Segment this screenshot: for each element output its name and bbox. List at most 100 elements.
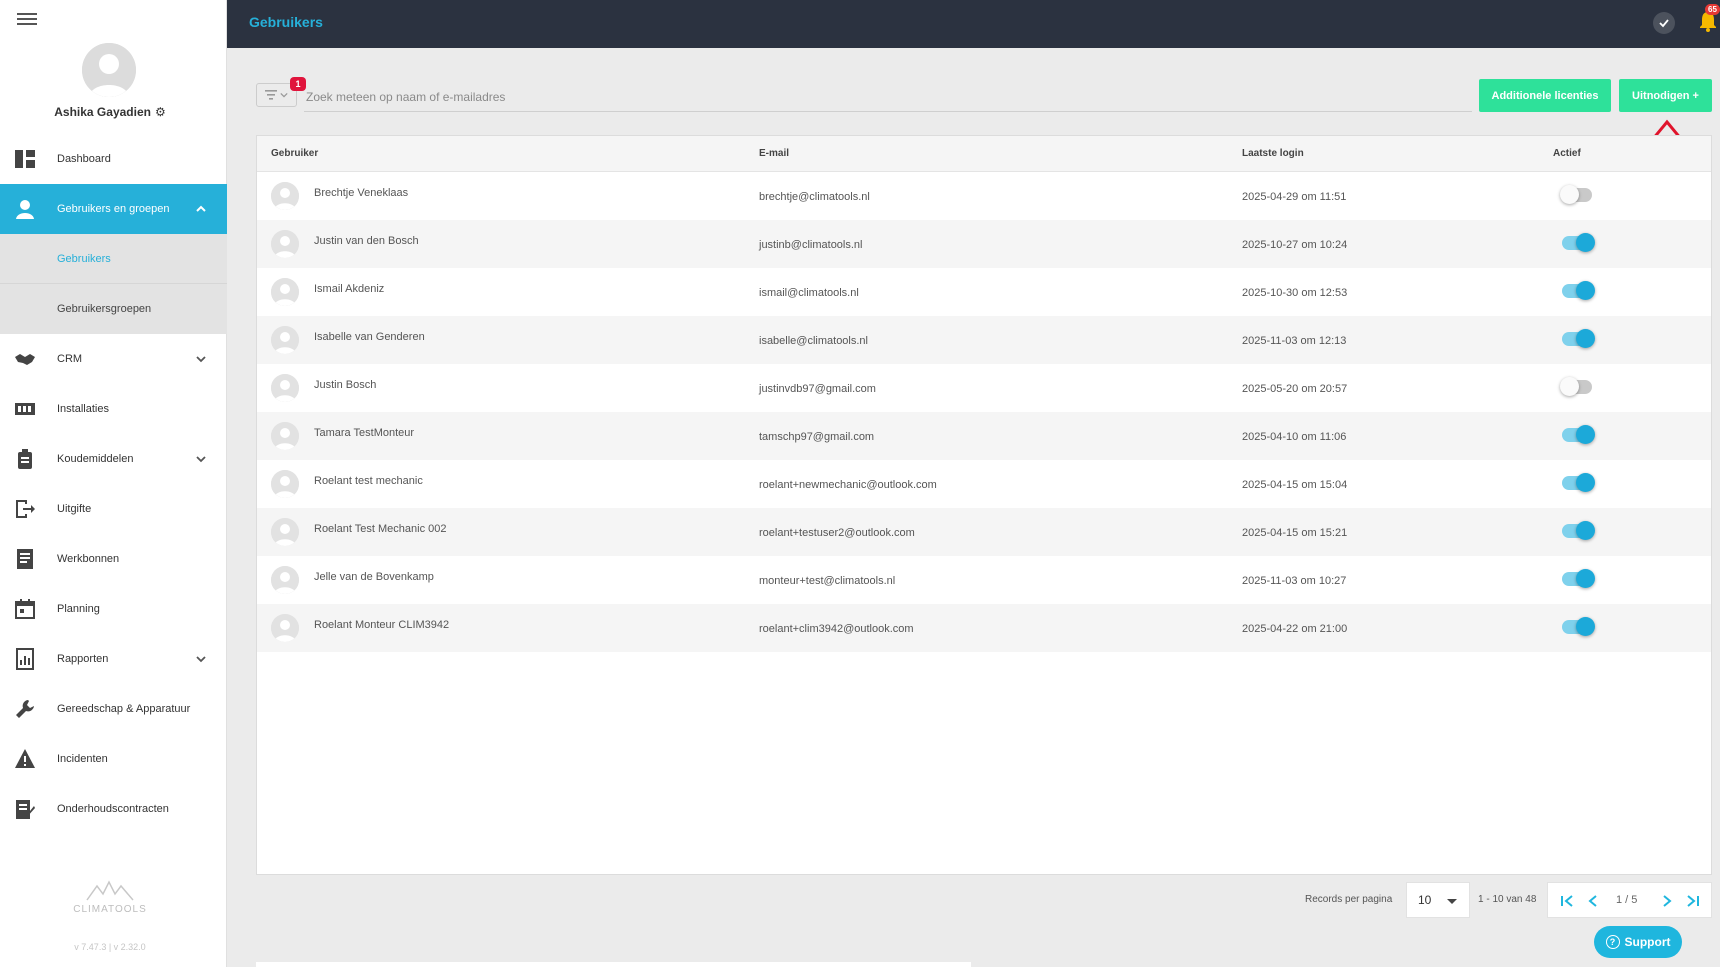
- table-row[interactable]: Roelant Monteur CLIM3942 roelant+clim3942…: [257, 604, 1711, 652]
- sidebar-subitem-user-groups[interactable]: Gebruikersgroepen: [0, 284, 227, 334]
- avatar: [271, 182, 299, 210]
- support-label: Support: [1624, 935, 1671, 949]
- sidebar-item-maintenance-contracts[interactable]: Onderhoudscontracten: [0, 784, 227, 834]
- refrigerant-icon: [14, 448, 36, 470]
- user-icon: [14, 198, 36, 220]
- user-name[interactable]: Ashika Gayadien ⚙: [0, 105, 220, 119]
- table-row[interactable]: Ismail Akdeniz ismail@climatools.nl 2025-1…: [257, 268, 1711, 316]
- table-row[interactable]: Isabelle van Genderen isabelle@climatools…: [257, 316, 1711, 364]
- user-name-cell: Roelant Monteur CLIM3942: [314, 619, 450, 631]
- active-toggle[interactable]: [1560, 185, 1592, 204]
- first-page-icon[interactable]: [1558, 892, 1576, 910]
- chevron-down-icon: [280, 92, 288, 98]
- avatar: [271, 470, 299, 498]
- user-name-cell: Isabelle van Genderen: [314, 331, 425, 343]
- installation-icon: [14, 398, 36, 420]
- table-row[interactable]: Roelant Test Mechanic 002 roelant+testuse…: [257, 508, 1711, 556]
- active-toggle[interactable]: [1562, 281, 1595, 300]
- gear-icon[interactable]: ⚙: [155, 105, 166, 119]
- column-header-last-login[interactable]: Laatste login: [1242, 148, 1304, 159]
- wrench-icon: [14, 698, 36, 720]
- active-toggle[interactable]: [1562, 233, 1595, 252]
- chevron-down-icon[interactable]: [195, 653, 207, 665]
- search-input[interactable]: [304, 82, 1472, 112]
- brand-name: CLIMATOOLS: [73, 904, 147, 915]
- active-toggle[interactable]: [1562, 329, 1595, 348]
- sidebar-item-label: Installaties: [57, 403, 109, 415]
- handshake-icon: [14, 348, 36, 370]
- email-cell: brechtje@climatools.nl: [759, 191, 870, 203]
- avatar[interactable]: [82, 43, 136, 97]
- last-page-icon[interactable]: [1684, 892, 1702, 910]
- check-icon[interactable]: [1653, 12, 1675, 34]
- document-icon: [14, 548, 36, 570]
- email-cell: roelant+newmechanic@outlook.com: [759, 479, 937, 491]
- column-header-active[interactable]: Actief: [1553, 148, 1581, 159]
- sidebar-item-reports[interactable]: Rapporten: [0, 634, 227, 684]
- sidebar-item-tools-equipment[interactable]: Gereedschap & Apparatuur: [0, 684, 227, 734]
- active-toggle[interactable]: [1562, 617, 1595, 636]
- user-name-cell: Jelle van de Bovenkamp: [314, 571, 434, 583]
- email-cell: ismail@climatools.nl: [759, 287, 859, 299]
- sidebar-subitem-users[interactable]: Gebruikers: [0, 234, 227, 284]
- chevron-up-icon[interactable]: [195, 203, 207, 215]
- active-toggle[interactable]: [1562, 521, 1595, 540]
- sidebar-item-dashboard[interactable]: Dashboard: [0, 134, 227, 184]
- sidebar-item-installations[interactable]: Installaties: [0, 384, 227, 434]
- email-cell: isabelle@climatools.nl: [759, 335, 868, 347]
- user-name-cell: Justin van den Bosch: [314, 235, 419, 247]
- records-per-page-select[interactable]: 10: [1406, 882, 1470, 918]
- active-toggle[interactable]: [1562, 569, 1595, 588]
- avatar: [271, 422, 299, 450]
- sidebar-item-users-and-groups[interactable]: Gebruikers en groepen: [0, 184, 227, 234]
- last-login-cell: 2025-05-20 om 20:57: [1242, 383, 1348, 395]
- sidebar-item-label: Planning: [57, 603, 100, 615]
- table-row[interactable]: Roelant test mechanic roelant+newmechanic…: [257, 460, 1711, 508]
- chevron-down-icon[interactable]: [195, 453, 207, 465]
- calendar-icon: [14, 598, 36, 620]
- previous-page-icon[interactable]: [1584, 892, 1602, 910]
- records-per-page-label: Records per pagina: [1305, 894, 1393, 905]
- sidebar-item-planning[interactable]: Planning: [0, 584, 227, 634]
- users-table: Gebruiker E-mail Laatste login Actief Br…: [256, 135, 1712, 875]
- active-toggle[interactable]: [1560, 377, 1592, 396]
- active-toggle[interactable]: [1562, 425, 1595, 444]
- email-cell: tamschp97@gmail.com: [759, 431, 875, 443]
- sidebar-item-issue[interactable]: Uitgifte: [0, 484, 227, 534]
- avatar: [271, 278, 299, 306]
- active-toggle[interactable]: [1562, 473, 1595, 492]
- sidebar-item-crm[interactable]: CRM: [0, 334, 227, 384]
- table-row[interactable]: Tamara TestMonteur tamschp97@gmail.com 202…: [257, 412, 1711, 460]
- logo-icon: [86, 880, 134, 901]
- last-login-cell: 2025-04-10 om 11:06: [1242, 431, 1347, 443]
- column-header-user[interactable]: Gebruiker: [271, 148, 318, 159]
- menu-icon[interactable]: [17, 10, 37, 26]
- sidebar-item-label: Gereedschap & Apparatuur: [57, 703, 191, 715]
- avatar: [271, 374, 299, 402]
- table-row[interactable]: Jelle van de Bovenkamp monteur+test@clima…: [257, 556, 1711, 604]
- table-row[interactable]: Justin Bosch justinvdb97@gmail.com 2025-05…: [257, 364, 1711, 412]
- chevron-down-icon[interactable]: [195, 353, 207, 365]
- page-title: Gebruikers: [249, 14, 323, 30]
- avatar: [271, 326, 299, 354]
- sidebar-item-label: Incidenten: [57, 753, 108, 765]
- table-row[interactable]: Brechtje Veneklaas brechtje@climatools.nl…: [257, 172, 1711, 220]
- next-page-icon[interactable]: [1658, 892, 1676, 910]
- pagination-range: 1 - 10 van 48: [1478, 894, 1537, 905]
- table-row[interactable]: Justin van den Bosch justinb@climatools.n…: [257, 220, 1711, 268]
- column-header-email[interactable]: E-mail: [759, 148, 789, 159]
- sidebar-item-label: Koudemiddelen: [57, 453, 134, 465]
- invite-button[interactable]: Uitnodigen +: [1619, 79, 1712, 112]
- filter-icon: [265, 90, 277, 100]
- sidebar-item-refrigerants[interactable]: Koudemiddelen: [0, 434, 227, 484]
- last-login-cell: 2025-04-29 om 11:51: [1242, 191, 1347, 203]
- last-login-cell: 2025-04-15 om 15:21: [1242, 527, 1348, 539]
- sidebar-item-incidents[interactable]: Incidenten: [0, 734, 227, 784]
- notification-bell[interactable]: 65: [1697, 4, 1720, 36]
- sidebar-item-work-orders[interactable]: Werkbonnen: [0, 534, 227, 584]
- sidebar-item-label: Uitgifte: [57, 503, 92, 515]
- page-indicator: 1 / 5: [1616, 894, 1638, 906]
- additional-licenses-button[interactable]: Additionele licenties: [1479, 79, 1611, 112]
- email-cell: monteur+test@climatools.nl: [759, 575, 896, 587]
- support-button[interactable]: ? Support: [1594, 926, 1682, 958]
